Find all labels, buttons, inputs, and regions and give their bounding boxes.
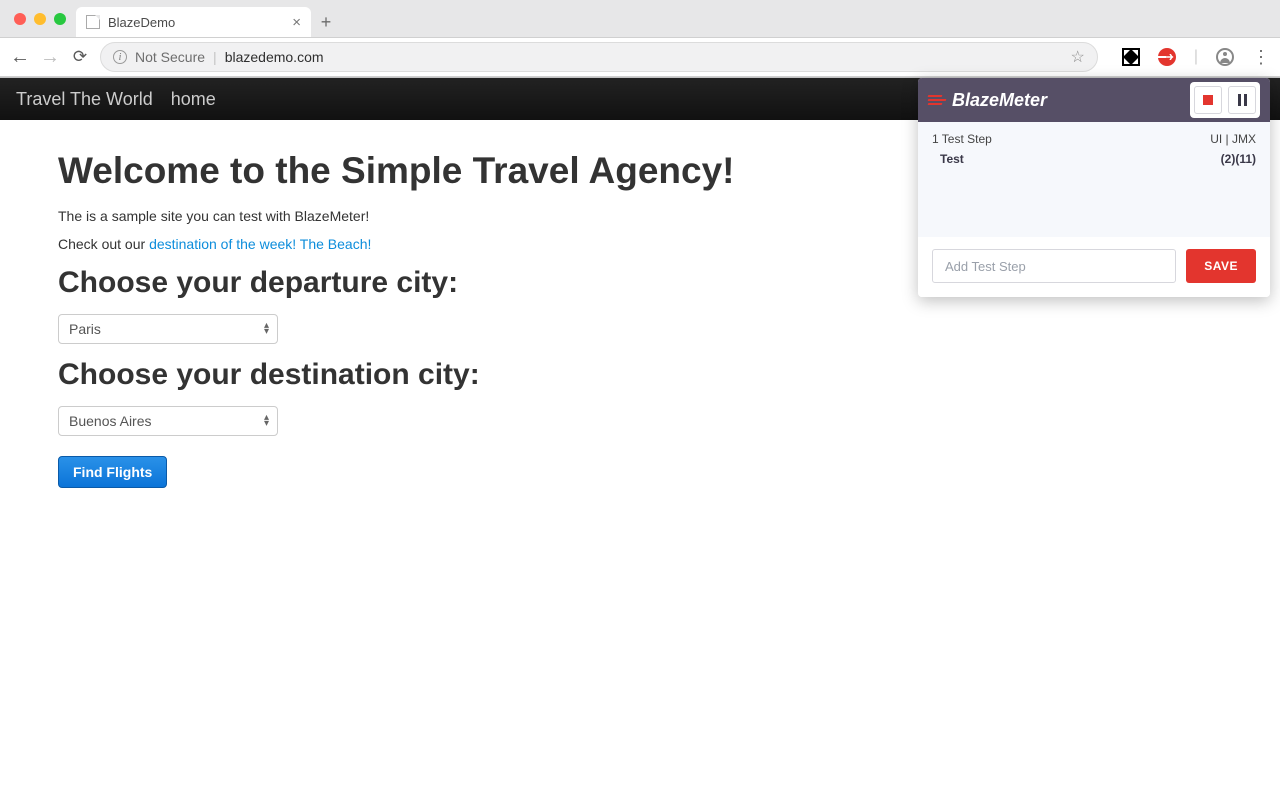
- info-icon[interactable]: i: [113, 50, 127, 64]
- address-bar[interactable]: i Not Secure | blazedemo.com ☆: [100, 42, 1098, 72]
- checkout-prefix: Check out our: [58, 236, 149, 252]
- pause-recording-button[interactable]: [1228, 86, 1256, 114]
- chrome-menu-icon[interactable]: ⋮: [1252, 47, 1270, 68]
- new-tab-button[interactable]: +: [311, 7, 341, 37]
- test-step-row[interactable]: Test (2)(11): [932, 152, 1256, 166]
- browser-chrome: BlazeDemo × + ← → ⟳ i Not Secure | blaze…: [0, 0, 1280, 78]
- blazemeter-header: BlazeMeter: [918, 78, 1270, 122]
- add-test-step-input[interactable]: [932, 249, 1176, 283]
- find-flights-button[interactable]: Find Flights: [58, 456, 167, 488]
- divider: |: [1194, 48, 1198, 66]
- tab-title: BlazeDemo: [108, 15, 175, 30]
- security-label: Not Secure: [135, 49, 205, 65]
- blazemeter-body-header: 1 Test Step UI | JMX: [932, 132, 1256, 146]
- blazemeter-footer: SAVE: [918, 237, 1270, 297]
- profile-icon[interactable]: [1216, 48, 1234, 66]
- chevron-updown-icon: ▴▾: [264, 323, 269, 335]
- chevron-updown-icon: ▴▾: [264, 415, 269, 427]
- blazemeter-controls: [1190, 82, 1260, 118]
- save-button[interactable]: SAVE: [1186, 249, 1256, 283]
- destination-link[interactable]: destination of the week! The Beach!: [149, 236, 371, 252]
- destination-select[interactable]: Buenos Aires ▴▾: [58, 406, 278, 436]
- close-tab-icon[interactable]: ×: [292, 14, 301, 31]
- destination-value: Buenos Aires: [69, 413, 152, 429]
- minimize-window-icon[interactable]: [34, 13, 46, 25]
- url-text: blazedemo.com: [225, 49, 324, 65]
- bookmark-star-icon[interactable]: ☆: [1071, 47, 1085, 67]
- departure-select[interactable]: Paris ▴▾: [58, 314, 278, 344]
- test-step-name: Test: [940, 152, 964, 166]
- test-step-counts: (2)(11): [1221, 152, 1256, 166]
- step-count-label: 1 Test Step: [932, 132, 992, 146]
- destination-heading: Choose your destination city:: [58, 358, 1222, 392]
- toolbar-extensions: | ⋮: [1122, 47, 1270, 68]
- blazemeter-extension-icon[interactable]: [1158, 48, 1176, 66]
- browser-toolbar: ← → ⟳ i Not Secure | blazedemo.com ☆ | ⋮: [0, 37, 1280, 77]
- browser-tab[interactable]: BlazeDemo ×: [76, 7, 311, 37]
- back-button[interactable]: ←: [10, 46, 30, 69]
- close-window-icon[interactable]: [14, 13, 26, 25]
- pause-icon: [1238, 94, 1247, 106]
- forward-button: →: [40, 46, 60, 69]
- reload-button[interactable]: ⟳: [70, 47, 90, 67]
- departure-value: Paris: [69, 321, 101, 337]
- tab-strip: BlazeDemo × +: [0, 0, 1280, 37]
- page-icon: [86, 15, 100, 29]
- maximize-window-icon[interactable]: [54, 13, 66, 25]
- fullscreen-extension-icon[interactable]: [1122, 48, 1140, 66]
- stop-recording-button[interactable]: [1194, 86, 1222, 114]
- window-controls: [8, 0, 76, 37]
- blazemeter-logo: BlazeMeter: [928, 90, 1047, 111]
- blazemeter-logo-icon: [928, 95, 946, 105]
- navbar-brand[interactable]: Travel The World: [16, 89, 153, 110]
- navbar-home-link[interactable]: home: [171, 89, 216, 110]
- blazemeter-body: 1 Test Step UI | JMX Test (2)(11): [918, 122, 1270, 237]
- separator: |: [213, 49, 217, 65]
- stop-icon: [1203, 95, 1213, 105]
- blazemeter-panel: BlazeMeter 1 Test Step UI | JMX Test (2)…: [918, 78, 1270, 297]
- mode-label: UI | JMX: [1210, 132, 1256, 146]
- blazemeter-logo-text: BlazeMeter: [952, 90, 1047, 111]
